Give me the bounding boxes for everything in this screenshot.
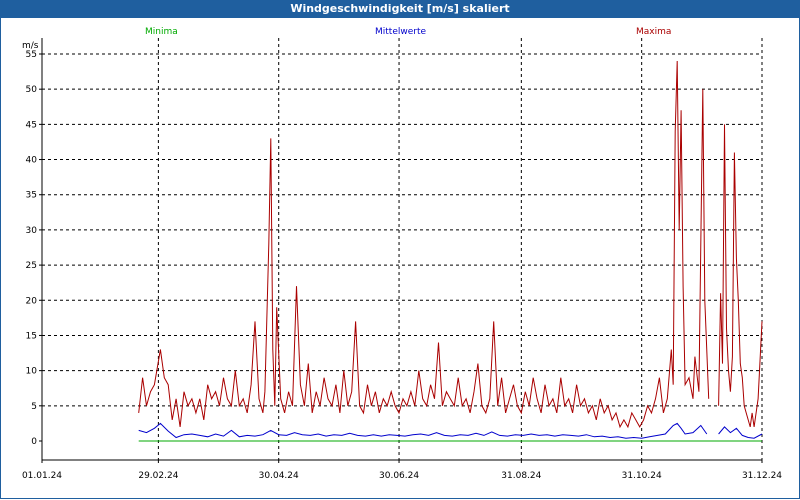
grid-layer xyxy=(42,38,763,460)
x-tick-label: 31.08.24 xyxy=(501,471,541,481)
series-layer xyxy=(138,60,763,442)
y-tick-label: 5 xyxy=(31,402,37,412)
x-tick-label: 01.01.24 xyxy=(22,471,62,481)
y-tick-label: 35 xyxy=(26,191,37,201)
x-tick-label: 30.04.24 xyxy=(259,471,299,481)
legend-maxima: Maxima xyxy=(636,27,671,37)
y-tick-label: 15 xyxy=(26,331,37,341)
legend-mittelwerte: Mittelwerte xyxy=(375,27,426,37)
y-tick-label: 0 xyxy=(31,437,37,447)
y-tick-label: 10 xyxy=(26,367,38,377)
x-tick-label: 31.12.24 xyxy=(742,471,782,481)
x-tick-label: 30.06.24 xyxy=(379,471,419,481)
x-tick-label: 31.10.24 xyxy=(622,471,662,481)
y-tick-label: 50 xyxy=(26,85,38,95)
series-line-maxima xyxy=(138,60,763,429)
y-tick-label: 45 xyxy=(26,120,37,130)
y-tick-label: 55 xyxy=(26,50,37,60)
series-line-mittelwerte xyxy=(138,422,763,439)
y-tick-label: 30 xyxy=(26,226,38,236)
x-tick-label: 29.02.24 xyxy=(138,471,178,481)
chart-svg: Minima Mittelwerte Maxima m/s 0510152025… xyxy=(22,27,782,481)
y-tick-label: 20 xyxy=(26,296,38,306)
y-tick-label: 25 xyxy=(26,261,37,271)
legend-minima: Minima xyxy=(145,27,178,37)
y-tick-label: 40 xyxy=(26,156,38,166)
axes-layer: 0 5 10 15 20 25 30 35 40 45 50 55 01.01.24 29.02.24 30… xyxy=(22,38,782,481)
